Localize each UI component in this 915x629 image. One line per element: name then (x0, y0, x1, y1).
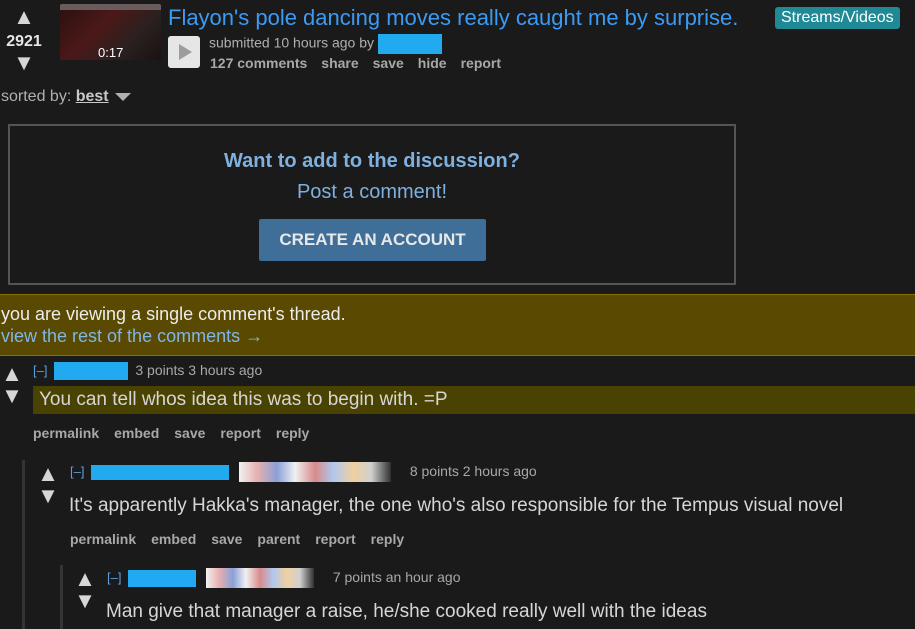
save-link[interactable]: save (373, 55, 404, 71)
report-link[interactable]: report (315, 531, 355, 547)
sort-selector[interactable]: best (76, 88, 109, 105)
comment2-author-redacted[interactable] (90, 464, 229, 480)
save-link[interactable]: save (211, 531, 242, 547)
post-upvote-icon[interactable]: ▲ (10, 6, 38, 28)
create-account-button[interactable]: CREATE AN ACCOUNT (259, 219, 486, 261)
comment3-header: [–] 7 points an hour ago (107, 568, 460, 588)
comments-link[interactable]: 127 comments (210, 55, 307, 71)
comment2-meta: 8 points 2 hours ago (409, 463, 537, 480)
comment1-links: permalink embed save report reply (33, 425, 324, 441)
post-flair[interactable]: Streams/Videos (775, 7, 900, 29)
comment1-header: [–] 3 points 3 hours ago (33, 362, 262, 380)
comment1-body: You can tell whos idea this was to begin… (39, 389, 448, 410)
parent-link[interactable]: parent (257, 531, 300, 547)
cta-subtitle: Post a comment! (296, 181, 448, 203)
comment3-upvote-icon[interactable]: ▲ (71, 568, 99, 590)
view-rest-link[interactable]: view the rest of the comments → (1, 326, 263, 347)
permalink-link[interactable]: permalink (33, 425, 99, 441)
single-thread-notice: you are viewing a single comment's threa… (0, 294, 915, 356)
thumbnail-duration: 0:17 (98, 45, 124, 60)
comment1-downvote-icon[interactable]: ▼ (0, 385, 26, 407)
embed-link[interactable]: embed (114, 425, 159, 441)
collapse-toggle[interactable]: [–] (70, 464, 84, 479)
user-flair-image (206, 568, 315, 588)
comment2-header: [–] 8 points 2 hours ago (70, 462, 537, 482)
collapse-toggle[interactable]: [–] (33, 363, 47, 378)
comment1-meta: 3 points 3 hours ago (135, 362, 263, 379)
cta-question: Want to add to the discussion? (224, 150, 520, 172)
sort-label: sorted by: (1, 88, 72, 105)
comment3-author-redacted[interactable] (127, 569, 196, 587)
permalink-link[interactable]: permalink (70, 531, 136, 547)
comment2-upvote-icon[interactable]: ▲ (34, 463, 62, 485)
sort-bar: sorted by: best (1, 88, 131, 106)
user-flair-image (239, 462, 392, 482)
submitted-text: submitted 10 hours ago by (209, 34, 374, 51)
share-link[interactable]: share (321, 55, 358, 71)
notice-text: you are viewing a single comment's threa… (1, 304, 346, 324)
embed-link[interactable]: embed (151, 531, 196, 547)
comment3-meta: 7 points an hour ago (332, 569, 461, 586)
reply-link[interactable]: reply (371, 531, 404, 547)
report-link[interactable]: report (220, 425, 260, 441)
post-title[interactable]: Flayon's pole dancing moves really caugh… (168, 5, 738, 31)
post-submitted-info: submitted 10 hours ago by (209, 34, 442, 54)
reply-link[interactable]: reply (276, 425, 309, 441)
comment2-links: permalink embed save parent report reply (70, 531, 419, 547)
comment3-body: Man give that manager a raise, he/she co… (106, 601, 707, 622)
thread-indent-line[interactable] (22, 460, 25, 629)
comment2-downvote-icon[interactable]: ▼ (34, 485, 62, 507)
save-link[interactable]: save (174, 425, 205, 441)
thread-indent-line[interactable] (60, 565, 63, 629)
comment1-author-redacted[interactable] (53, 362, 128, 380)
comment2-body: It's apparently Hakka's manager, the one… (69, 495, 844, 516)
comment1-upvote-icon[interactable]: ▲ (0, 363, 26, 385)
report-link[interactable]: report (461, 55, 501, 71)
post-action-links: 127 comments share save hide report (210, 55, 515, 71)
chevron-down-icon[interactable] (114, 92, 131, 101)
expand-video-icon[interactable] (168, 36, 200, 68)
comment3-downvote-icon[interactable]: ▼ (71, 590, 99, 612)
author-redacted[interactable] (377, 34, 442, 54)
post-score: 2921 (6, 33, 42, 50)
post-downvote-icon[interactable]: ▼ (10, 52, 38, 74)
hide-link[interactable]: hide (418, 55, 447, 71)
post-thumbnail[interactable]: 0:17 (60, 4, 161, 60)
collapse-toggle[interactable]: [–] (107, 570, 121, 585)
